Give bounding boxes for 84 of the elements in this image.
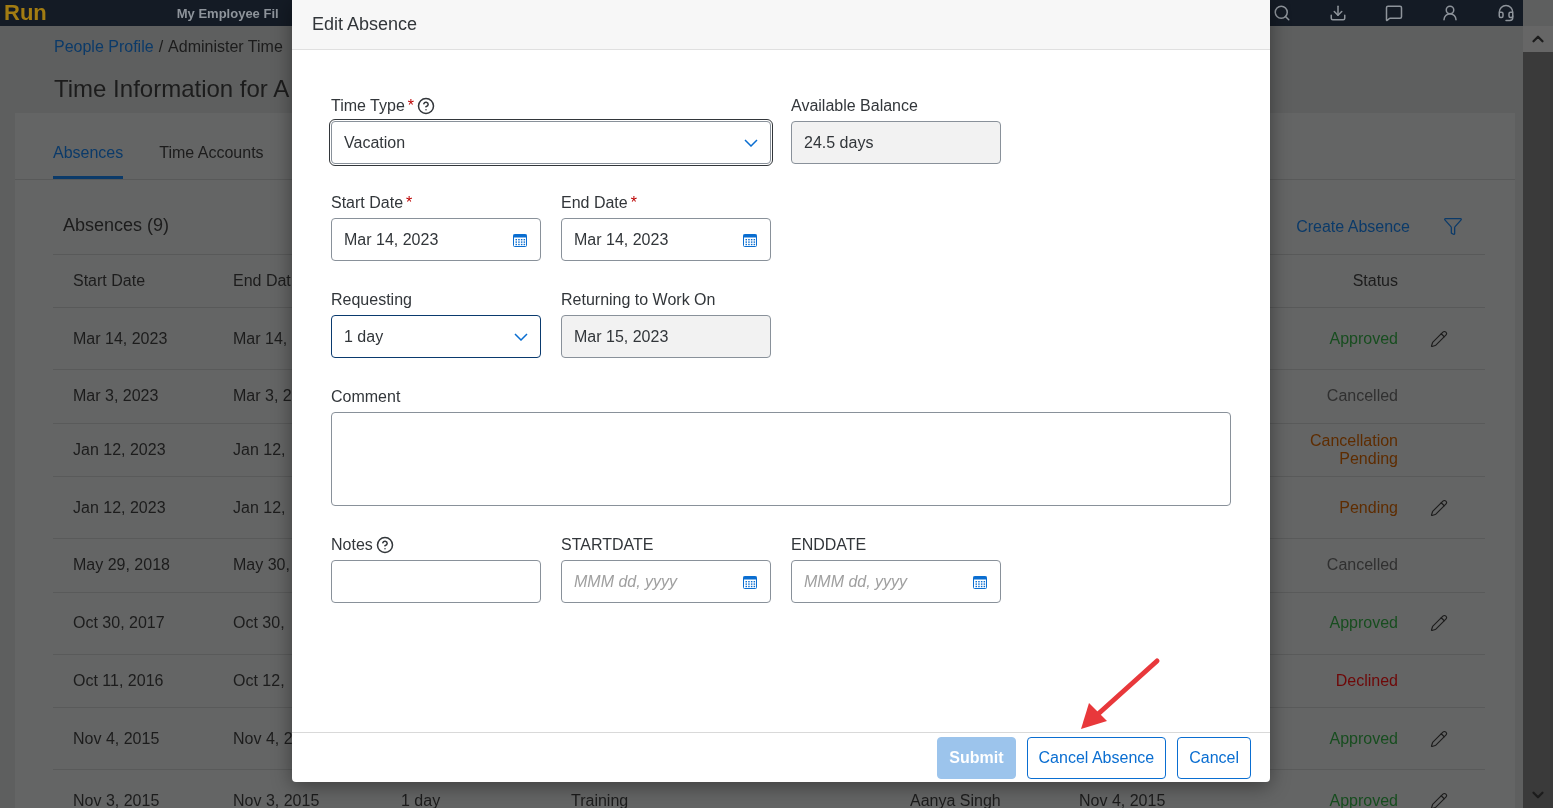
chevron-down-icon: [744, 138, 758, 147]
table-cell: Mar 3, 2: [233, 387, 292, 406]
table-cell: Nov 4, 2: [233, 729, 293, 748]
table-cell: Jan 12,: [233, 440, 286, 459]
table-cell: May 30,: [233, 556, 290, 575]
dialog-title: Edit Absence: [312, 14, 418, 35]
field-label: End Date: [561, 194, 628, 212]
table-cell: May 29, 2018: [73, 556, 170, 575]
help-icon[interactable]: [417, 97, 436, 115]
status-text: Approved: [1329, 729, 1398, 748]
dialog-button[interactable]: Cancel Absence: [1026, 736, 1167, 779]
column-header: Start Date: [73, 272, 146, 290]
dropdown-field[interactable]: Vacation: [331, 121, 771, 164]
tab[interactable]: Time Accounts: [159, 144, 264, 179]
status-text: Approved: [1329, 614, 1398, 632]
table-cell: Nov 3, 2015: [233, 791, 320, 808]
breadcrumb-current: Administer Time: [168, 38, 283, 57]
dropdown-field[interactable]: 1 day: [331, 315, 541, 358]
table-cell: Aanya Singh: [910, 791, 1001, 808]
logo[interactable]: Run: [4, 1, 47, 25]
edit-icon[interactable]: [1430, 614, 1448, 632]
readonly-field: 24.5 days: [791, 121, 1001, 164]
date-field[interactable]: MMM dd, yyyy: [791, 560, 1001, 603]
section-title: Absences (9): [63, 215, 170, 236]
breadcrumb-separator: /: [158, 38, 164, 57]
column-header: Status: [1352, 272, 1398, 290]
edit-icon[interactable]: [1430, 498, 1448, 517]
table-cell: Nov 4, 2015: [73, 729, 160, 748]
field-label: Start Date: [331, 194, 404, 212]
table-cell: Jan 12, 2023: [73, 498, 166, 517]
status-text: Approved: [1329, 791, 1398, 808]
table-cell: Nov 3, 2015: [73, 791, 160, 808]
app-title[interactable]: My Employee Fil: [176, 5, 279, 21]
table-cell: 1 day: [401, 791, 441, 808]
field-label: Time Type: [331, 97, 405, 115]
status-text: Pending: [1339, 498, 1398, 517]
person-icon[interactable]: [1441, 4, 1459, 22]
page-title: Time Information for A: [54, 74, 290, 104]
table-cell: Oct 12,: [233, 671, 285, 690]
calendar-icon[interactable]: [742, 231, 758, 248]
required-mark: *: [406, 194, 413, 212]
date-field[interactable]: Mar 14, 2023: [331, 218, 541, 261]
table-cell: Oct 30, 2017: [73, 614, 165, 632]
chat-icon[interactable]: [1385, 4, 1403, 22]
help-icon[interactable]: [375, 536, 394, 554]
edit-icon[interactable]: [1430, 329, 1448, 348]
table-cell: Jan 12,: [233, 498, 286, 517]
field-label: STARTDATE: [561, 536, 654, 554]
field-label: ENDDATE: [791, 536, 867, 554]
status-text: Declined: [1335, 671, 1398, 690]
field-label: Comment: [331, 388, 401, 406]
readonly-field: Mar 15, 2023: [561, 315, 771, 358]
dialog-button[interactable]: Cancel: [1177, 736, 1251, 779]
status-text: Cancellation Pending: [1308, 431, 1398, 468]
edit-icon[interactable]: [1430, 791, 1448, 808]
status-text: Approved: [1329, 329, 1398, 348]
table-cell: Training: [571, 791, 629, 808]
table-cell: Oct 11, 2016: [73, 671, 164, 690]
calendar-icon[interactable]: [742, 573, 758, 590]
calendar-icon[interactable]: [512, 231, 528, 248]
comment-area[interactable]: [331, 412, 1231, 506]
table-cell: Oct 30,: [233, 614, 285, 632]
table-cell: Mar 3, 2023: [73, 387, 159, 406]
table-cell: Nov 4, 2015: [1079, 791, 1166, 808]
table-cell: Mar 14,: [233, 329, 288, 348]
edit-icon[interactable]: [1430, 729, 1448, 748]
required-mark: *: [407, 97, 415, 115]
field-label: Returning to Work On: [561, 291, 716, 309]
date-field[interactable]: Mar 14, 2023: [561, 218, 771, 261]
download-icon[interactable]: [1329, 4, 1347, 22]
calendar-icon[interactable]: [972, 573, 988, 590]
field-label: Notes: [331, 536, 373, 554]
field-label: Available Balance: [791, 97, 918, 115]
scrollbar[interactable]: [1523, 26, 1553, 808]
required-mark: *: [630, 194, 637, 212]
headset-icon[interactable]: [1497, 4, 1515, 22]
field-label: Requesting: [331, 291, 412, 309]
input-field[interactable]: [331, 560, 541, 603]
chevron-down-icon: [514, 332, 528, 341]
table-cell: Jan 12, 2023: [73, 440, 166, 459]
date-field[interactable]: MMM dd, yyyy: [561, 560, 771, 603]
column-header: End Dat: [233, 272, 291, 290]
table-cell: Mar 14, 2023: [73, 329, 168, 348]
search-icon[interactable]: [1273, 4, 1291, 22]
